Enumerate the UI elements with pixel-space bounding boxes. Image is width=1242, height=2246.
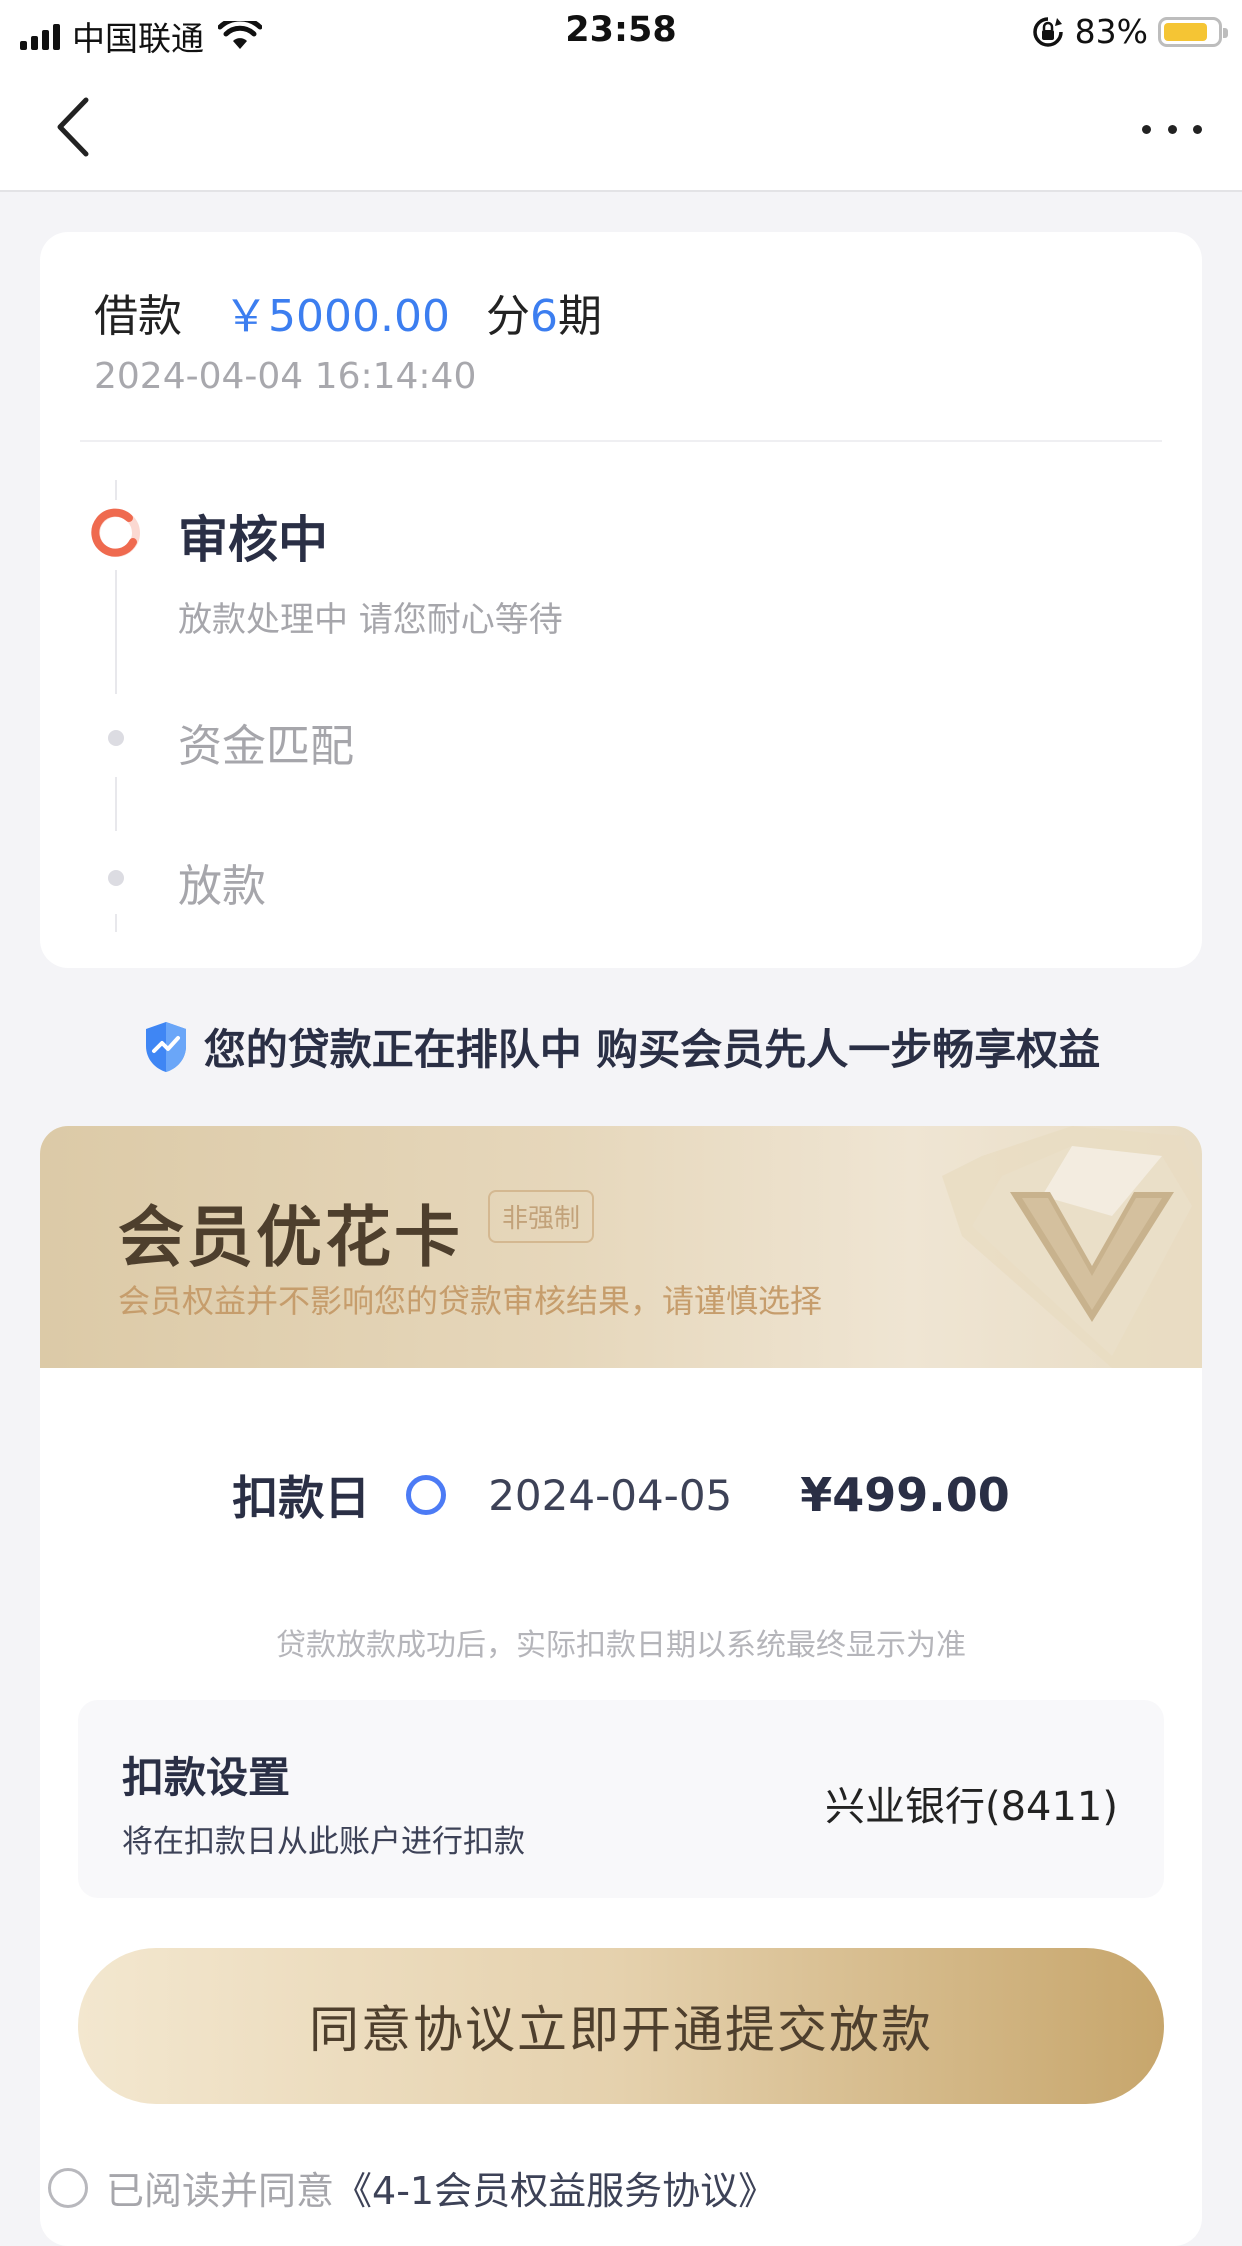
agree-and-submit-button[interactable]: 同意协议立即开通提交放款 xyxy=(78,1948,1164,2104)
deduction-note: 贷款放款成功后，实际扣款日期以系统最终显示为准 xyxy=(276,1628,966,1663)
membership-subtitle: 会员权益并不影响您的贷款审核结果，请谨慎选择 xyxy=(118,1282,823,1320)
account-setting-description: 将在扣款日从此账户进行扣款 xyxy=(122,1824,525,1860)
deduction-amount: ¥499.00 xyxy=(800,1468,1010,1522)
loan-term: 分6期 xyxy=(485,291,602,342)
membership-banner: 会员优花卡 非强制 会员权益并不影响您的贷款审核结果，请谨慎选择 xyxy=(40,1126,1202,1368)
bank-account[interactable]: 兴业银行(8411) xyxy=(825,1774,1118,1832)
agreement-prefix: 已阅读并同意 xyxy=(106,2169,335,2213)
step-disbursement: 放款 xyxy=(178,861,266,912)
timeline-line xyxy=(115,914,117,932)
loading-spinner-icon xyxy=(91,508,140,557)
timeline-line xyxy=(115,777,117,831)
step-active-description: 放款处理中 请您耐心等待 xyxy=(178,600,563,640)
deduction-date: 2024-04-05 xyxy=(488,1470,733,1520)
rotation-lock-icon xyxy=(1032,16,1063,47)
membership-card: 会员优花卡 非强制 会员权益并不影响您的贷款审核结果，请谨慎选择 扣款日 202… xyxy=(40,1126,1202,2246)
battery-percent: 83% xyxy=(1074,12,1148,51)
loan-label: 借款 xyxy=(94,291,182,342)
more-icon[interactable] xyxy=(1142,114,1202,144)
agreement-checkbox[interactable] xyxy=(48,2167,88,2208)
deduction-account-setting[interactable]: 扣款设置 将在扣款日从此账户进行扣款 兴业银行(8411) xyxy=(78,1700,1164,1898)
deduction-row: 扣款日 2024-04-05 ¥499.00 xyxy=(40,1462,1202,1528)
agreement-link[interactable]: 《4-1会员权益服务协议》 xyxy=(334,2160,776,2215)
step-pending-dot xyxy=(108,870,124,886)
loan-amount: ￥5000.00 xyxy=(224,291,450,342)
back-icon[interactable] xyxy=(48,92,108,162)
divider xyxy=(80,440,1162,442)
shield-icon xyxy=(145,1021,186,1072)
queue-notice: 您的贷款正在排队中 购买会员先人一步畅享权益 xyxy=(0,1016,1242,1077)
step-fund-matching: 资金匹配 xyxy=(178,721,354,772)
navigation-bar xyxy=(0,62,1242,192)
timeline-line xyxy=(115,480,117,500)
agreement-row: 已阅读并同意 《4-1会员权益服务协议》 xyxy=(48,2160,776,2215)
battery-icon xyxy=(1158,16,1228,47)
optional-badge: 非强制 xyxy=(488,1190,595,1243)
membership-title: 会员优花卡 xyxy=(118,1199,463,1276)
notice-text: 您的贷款正在排队中 购买会员先人一步畅享权益 xyxy=(203,1025,1101,1074)
loan-status-card: 借款 ￥5000.00 分6期 2024-04-04 16:14:40 审核中 … xyxy=(40,232,1202,968)
deduction-radio[interactable] xyxy=(406,1475,447,1515)
step-pending-dot xyxy=(108,730,124,746)
timeline-line xyxy=(115,570,117,694)
loan-timestamp: 2024-04-04 16:14:40 xyxy=(94,356,477,397)
step-active-title: 审核中 xyxy=(178,511,328,569)
diamond-v-icon xyxy=(942,1126,1202,1368)
deduction-day-label: 扣款日 xyxy=(232,1471,371,1525)
account-setting-title: 扣款设置 xyxy=(122,1753,291,1802)
status-bar: 中国联通 23:58 83% xyxy=(0,0,1242,62)
